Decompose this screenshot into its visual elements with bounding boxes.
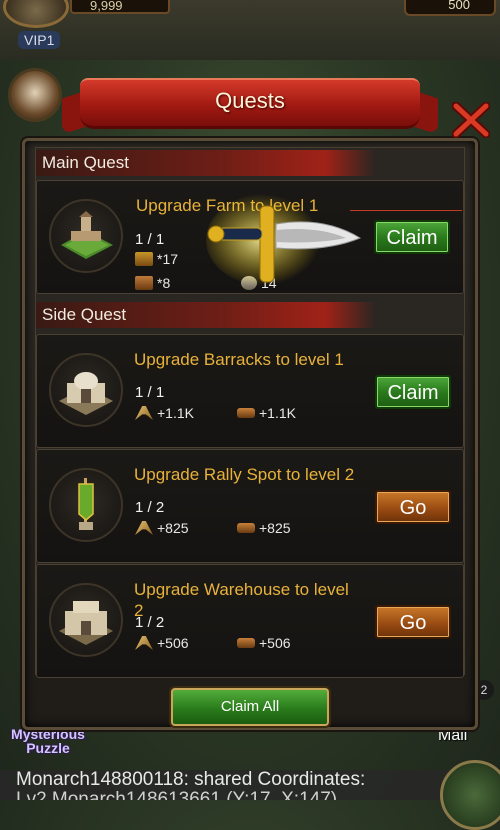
claim-button[interactable]: Claim bbox=[375, 375, 451, 409]
side-quest-card: Upgrade Warehouse to level 2 1 / 2 +506 … bbox=[36, 564, 464, 678]
wheat-icon bbox=[135, 406, 153, 420]
wood-reward: +1.1K bbox=[237, 405, 296, 421]
food-reward: +1.1K bbox=[135, 405, 194, 421]
wheat-icon bbox=[135, 636, 153, 650]
main-quest-title: Upgrade Farm to level 1 bbox=[136, 196, 319, 215]
wood-icon bbox=[237, 638, 255, 648]
resource-counter-left: 9,999 bbox=[70, 0, 170, 14]
minimap[interactable] bbox=[440, 760, 500, 830]
reward-item: *17 bbox=[135, 251, 178, 267]
food-reward: +506 bbox=[135, 635, 189, 651]
reward-item: *8 bbox=[135, 275, 170, 291]
vip-label[interactable]: VIP1 bbox=[18, 31, 61, 49]
go-button[interactable]: Go bbox=[375, 490, 451, 524]
side-quest-card: Upgrade Rally Spot to level 2 1 / 2 +825… bbox=[36, 449, 464, 563]
advisor-avatar[interactable] bbox=[8, 68, 62, 122]
resource-counter-right[interactable]: 500 bbox=[404, 0, 496, 16]
claim-all-button[interactable]: Claim All bbox=[171, 688, 329, 726]
speedup-icon bbox=[241, 276, 257, 290]
main-quest-header: Main Quest bbox=[36, 150, 376, 176]
wood-icon bbox=[237, 408, 255, 418]
side-quest-progress: 1 / 2 bbox=[135, 614, 165, 631]
side-quest-title: Upgrade Barracks to level 1 bbox=[134, 350, 344, 369]
title-banner: Quests bbox=[62, 72, 438, 135]
side-quest-title: Upgrade Warehouse to level 2 bbox=[134, 580, 349, 620]
chest-icon bbox=[135, 252, 153, 266]
go-button[interactable]: Go bbox=[375, 605, 451, 639]
food-reward: +825 bbox=[135, 520, 189, 536]
barracks-icon bbox=[49, 353, 123, 427]
wood-reward: +825 bbox=[237, 520, 291, 536]
chat-line-1: Monarch148800118: shared Coordinates: bbox=[16, 770, 366, 790]
farm-icon bbox=[49, 199, 123, 273]
main-quest-card: Upgrade Farm to level 1 1 / 1 *17 *8 14 … bbox=[36, 180, 464, 294]
wood-reward: +506 bbox=[237, 635, 291, 651]
chest-icon bbox=[135, 276, 153, 290]
side-quest-header: Side Quest bbox=[36, 302, 376, 328]
claim-button[interactable]: Claim bbox=[374, 220, 450, 254]
side-quest-card: Upgrade Barracks to level 1 1 / 1 +1.1K … bbox=[36, 334, 464, 448]
wheat-icon bbox=[135, 521, 153, 535]
wood-icon bbox=[237, 523, 255, 533]
warehouse-icon bbox=[49, 583, 123, 657]
chat-bar[interactable]: Monarch148800118: shared Coordinates: Lv… bbox=[0, 770, 500, 800]
side-quest-progress: 1 / 2 bbox=[135, 499, 165, 516]
main-quest-progress: 1 / 1 bbox=[135, 231, 165, 248]
close-icon bbox=[451, 101, 491, 139]
rally-spot-icon bbox=[49, 468, 123, 542]
mysterious-puzzle-label[interactable]: Mysterious Puzzle bbox=[4, 727, 92, 755]
chat-line-2: Lv2 Monarch148613661 (Y:17, X:147) bbox=[16, 789, 338, 801]
side-quest-title: Upgrade Rally Spot to level 2 bbox=[134, 465, 355, 484]
pointer-line bbox=[350, 210, 462, 211]
close-button[interactable] bbox=[451, 101, 491, 139]
side-quest-progress: 1 / 1 bbox=[135, 384, 165, 401]
dialog-title: Quests bbox=[215, 88, 285, 113]
reward-item: 14 bbox=[241, 275, 277, 291]
